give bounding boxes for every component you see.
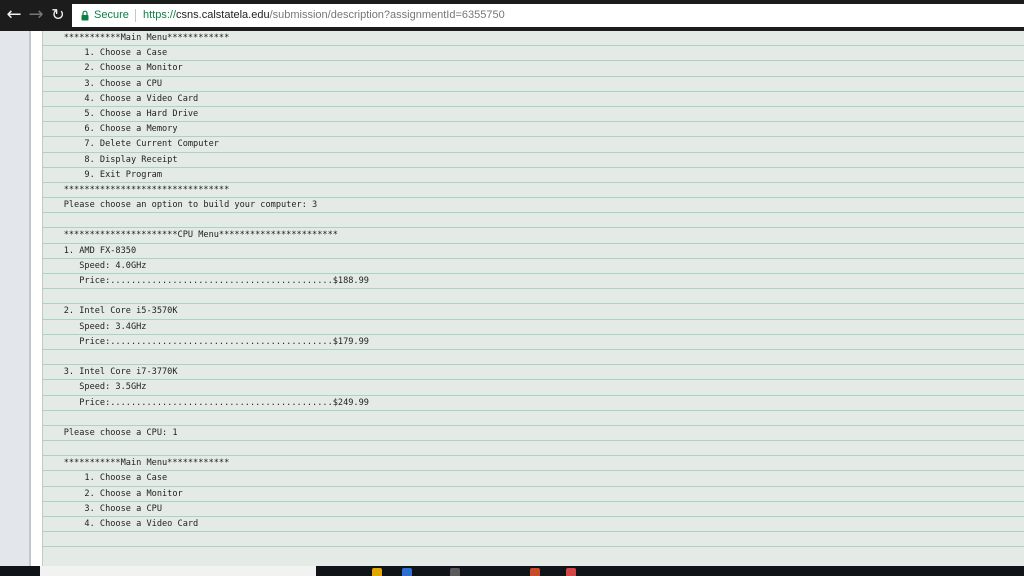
console-line: 2. Choose a Monitor	[43, 487, 1024, 502]
secure-label: Secure	[94, 9, 129, 21]
console-line	[43, 532, 1024, 548]
lock-icon	[81, 10, 89, 21]
console-line: ***********Main Menu************	[43, 31, 1024, 47]
console-line: 1. Choose a Case	[43, 46, 1024, 62]
console-line: 2. Choose a Monitor	[43, 61, 1024, 77]
console-line: 3. Intel Core i7-3770K	[43, 365, 1024, 381]
page-left-margin	[0, 31, 30, 566]
console-line: Speed: 3.5GHz	[43, 380, 1024, 396]
console-line: 1. AMD FX-8350	[43, 244, 1024, 259]
console-line: 1. Choose a Case	[43, 471, 1024, 487]
console-line: Price:..................................…	[43, 335, 1024, 350]
app-icon[interactable]	[566, 568, 576, 576]
url-protocol: https://	[143, 9, 177, 21]
console-line	[43, 213, 1024, 229]
file-explorer-icon[interactable]	[372, 568, 382, 576]
console-line: ***********Main Menu************	[43, 456, 1024, 472]
console-line: Please choose an option to build your co…	[43, 198, 1024, 214]
address-separator	[135, 9, 136, 22]
console-line: Price:..................................…	[43, 396, 1024, 411]
console-line	[43, 289, 1024, 305]
console-line: ********************************	[43, 183, 1024, 199]
taskbar	[0, 566, 1024, 576]
page-divider	[29, 31, 31, 566]
app-icon[interactable]	[402, 568, 412, 576]
console-line	[43, 350, 1024, 366]
app-icon[interactable]	[530, 568, 540, 576]
console-line: 5. Choose a Hard Drive	[43, 107, 1024, 123]
console-line: 3. Choose a CPU	[43, 77, 1024, 92]
url-path: /submission/description?assignmentId=635…	[269, 9, 505, 21]
console-line: Speed: 3.4GHz	[43, 320, 1024, 335]
url-host: csns.calstatela.edu	[176, 9, 270, 21]
console-line: 8. Display Receipt	[43, 153, 1024, 168]
console-line: 7. Delete Current Computer	[43, 137, 1024, 153]
back-arrow-icon[interactable]: ←	[3, 3, 25, 27]
console-line	[43, 441, 1024, 457]
reload-icon[interactable]: ↻	[47, 3, 69, 27]
address-bar[interactable]: Secure https://csns.calstatela.edu/submi…	[72, 4, 1024, 27]
forward-arrow-icon[interactable]: →	[25, 3, 47, 27]
browser-toolbar: ← → ↻ Secure https://csns.calstatela.edu…	[0, 0, 1024, 31]
console-line: Price:..................................…	[43, 274, 1024, 290]
console-output: ***********Main Menu************ 1. Choo…	[42, 31, 1024, 566]
app-icon[interactable]	[450, 568, 460, 576]
console-line: Speed: 4.0GHz	[43, 259, 1024, 274]
console-line: 9. Exit Program	[43, 168, 1024, 183]
console-line: 3. Choose a CPU	[43, 502, 1024, 517]
console-line: 4. Choose a Video Card	[43, 517, 1024, 533]
console-line	[43, 411, 1024, 426]
console-line: Please choose a CPU: 1	[43, 426, 1024, 442]
console-line: 6. Choose a Memory	[43, 122, 1024, 138]
taskbar-search-box[interactable]	[40, 566, 316, 576]
console-line: 2. Intel Core i5-3570K	[43, 304, 1024, 320]
console-line: 4. Choose a Video Card	[43, 92, 1024, 107]
console-line: **********************CPU Menu**********…	[43, 228, 1024, 244]
url-text[interactable]: https://csns.calstatela.edu/submission/d…	[143, 4, 505, 27]
